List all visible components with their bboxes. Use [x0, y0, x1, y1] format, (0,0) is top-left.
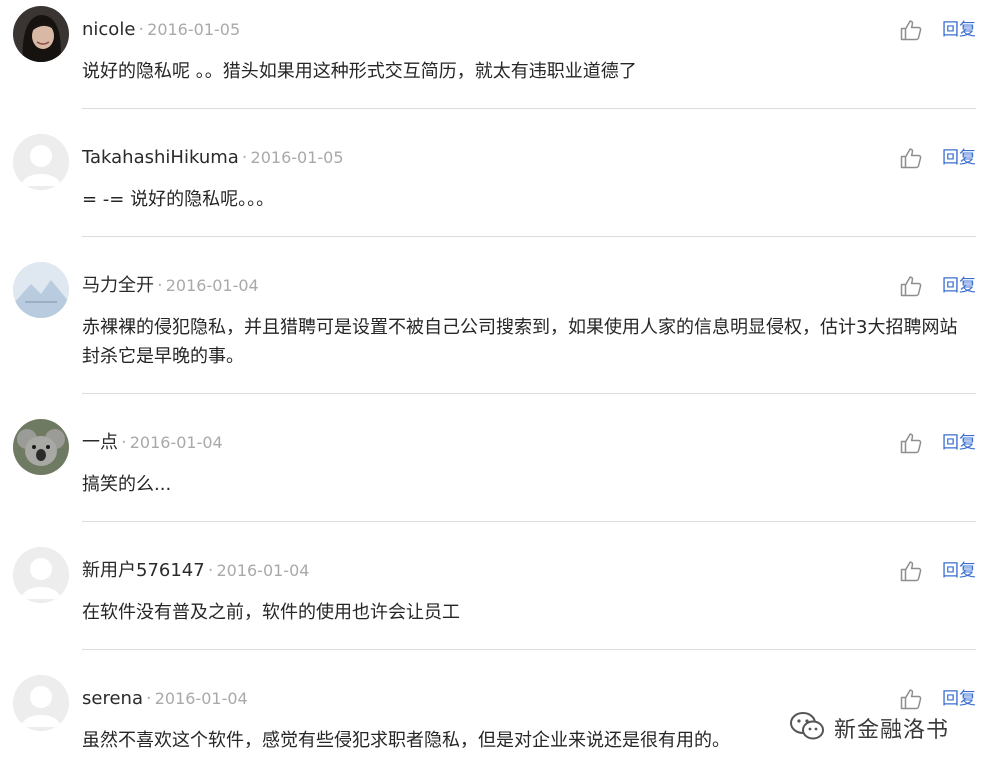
comment-date: 2016-01-04 [129, 433, 223, 452]
like-icon[interactable] [899, 559, 923, 583]
comment-item: nicole · 2016-01-05 回复 说好的隐私呢 。。猎头如果用这种形式交… [0, 0, 1000, 128]
separator: · [157, 275, 163, 296]
divider [82, 108, 976, 109]
comment-date: 2016-01-04 [216, 561, 310, 580]
comment-date: 2016-01-05 [147, 20, 241, 39]
photo-woman-avatar-icon [13, 6, 69, 62]
like-icon[interactable] [899, 431, 923, 455]
username[interactable]: 新用户576147 [82, 560, 205, 581]
username[interactable]: 马力全开 [82, 275, 154, 296]
separator: · [145, 688, 152, 709]
like-icon[interactable] [899, 146, 923, 170]
watermark-text: 新金融洛书 [834, 718, 950, 743]
reply-button[interactable]: 回复 [942, 560, 976, 582]
username[interactable]: TakahashiHikuma [82, 147, 239, 168]
koala-avatar-icon [13, 419, 69, 475]
comment-meta: serena · 2016-01-04 [82, 688, 248, 710]
comment-item: TakahashiHikuma · 2016-01-05 回复 = -= 说好的隐私… [0, 128, 1000, 256]
comment-text: 在软件没有普及之前，软件的使用也许会让员工 [82, 602, 460, 623]
comment-text: 赤裸裸的侵犯隐私，并且猎聘可是设置不被自己公司搜索到，如果使用人家的信息明显侵权… [82, 317, 958, 367]
divider [82, 649, 976, 650]
avatar[interactable] [13, 6, 69, 62]
comment-date: 2016-01-04 [154, 689, 248, 708]
separator: · [121, 432, 127, 453]
comment-date: 2016-01-05 [250, 148, 344, 167]
avatar[interactable] [13, 547, 69, 603]
default-avatar-icon [13, 134, 69, 190]
divider [82, 521, 976, 522]
username[interactable]: 一点 [82, 432, 118, 453]
comment-item: 新用户576147 · 2016-01-04 回复 在软件没有普及之前，软件的使用也… [0, 541, 1000, 669]
username[interactable]: nicole [82, 19, 135, 40]
mountain-avatar-icon [13, 262, 69, 318]
comment-text: 说好的隐私呢 。。猎头如果用这种形式交互简历，就太有违职业道德了 [82, 61, 637, 82]
avatar[interactable] [13, 419, 69, 475]
comment-meta: 马力全开 · 2016-01-04 [82, 275, 259, 297]
comment-item: 马力全开 · 2016-01-04 回复 赤裸裸的侵犯隐私，并且猎聘可是设置不被自己… [0, 256, 1000, 412]
divider [82, 236, 976, 237]
like-icon[interactable] [899, 274, 923, 298]
reply-button[interactable]: 回复 [942, 147, 976, 169]
comment-text: = -= 说好的隐私呢。。。 [82, 189, 275, 210]
comment-meta: 一点 · 2016-01-04 [82, 432, 223, 454]
separator: · [138, 19, 145, 40]
wechat-icon [788, 710, 826, 746]
comment-item: 一点 · 2016-01-04 回复 搞笑的么... [0, 413, 1000, 541]
comment-meta: 新用户576147 · 2016-01-04 [82, 560, 309, 582]
reply-button[interactable]: 回复 [942, 688, 976, 710]
divider [82, 393, 976, 394]
default-avatar-icon [13, 675, 69, 731]
separator: · [241, 147, 248, 168]
comment-meta: nicole · 2016-01-05 [82, 19, 240, 41]
username[interactable]: serena [82, 688, 143, 709]
avatar[interactable] [13, 134, 69, 190]
reply-button[interactable]: 回复 [942, 275, 976, 297]
separator: · [207, 560, 214, 581]
avatar[interactable] [13, 675, 69, 731]
avatar[interactable] [13, 262, 69, 318]
like-icon[interactable] [899, 18, 923, 42]
comment-text: 搞笑的么... [82, 474, 172, 495]
watermark: 新金融洛书 [788, 708, 949, 748]
reply-button[interactable]: 回复 [942, 19, 976, 41]
default-avatar-icon [13, 547, 69, 603]
comment-meta: TakahashiHikuma · 2016-01-05 [82, 147, 344, 169]
reply-button[interactable]: 回复 [942, 432, 976, 454]
comment-date: 2016-01-04 [165, 276, 259, 295]
